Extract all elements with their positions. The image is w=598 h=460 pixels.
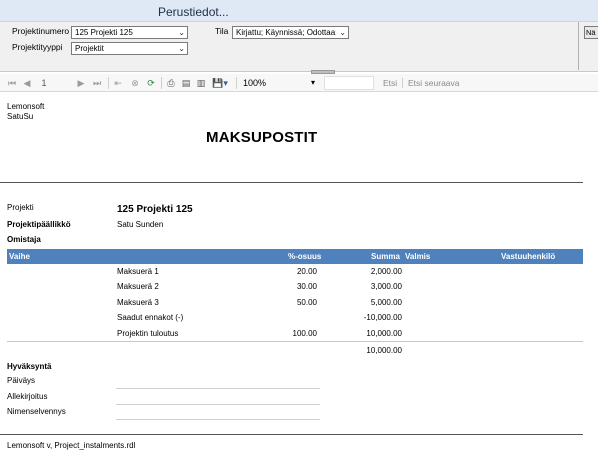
- footer-divider: [0, 434, 583, 435]
- chevron-down-icon: ⌄: [178, 44, 185, 53]
- total-sum: 10,000.00: [366, 346, 402, 355]
- row-name: Saadut ennakot (-): [117, 313, 184, 322]
- column-header-responsible: Vastuuhenkilö: [501, 252, 556, 261]
- project-label: Projekti: [7, 203, 34, 212]
- column-header-phase: Vaihe: [9, 252, 30, 261]
- row-percent: 20.00: [296, 267, 317, 276]
- approval-title: Hyväksyntä: [7, 362, 52, 371]
- row-name: Maksuerä 2: [117, 282, 159, 291]
- project-number-label: Projektinumero: [12, 26, 70, 36]
- project-value: 125 Projekti 125: [117, 204, 193, 215]
- panel-divider: [578, 22, 579, 70]
- row-name: Maksuerä 3: [117, 298, 159, 307]
- report-footer: Lemonsoft v, Project_instalments.rdl: [7, 441, 136, 450]
- name-clarification-line: [116, 419, 320, 420]
- project-number-select[interactable]: 125 Projekti 125 ⌄: [71, 26, 188, 39]
- window-title: Perustiedot...: [158, 5, 229, 19]
- column-header-ready: Valmis: [405, 252, 431, 261]
- status-select[interactable]: Kirjattu; Käynnissä; Odottaa; Ke ⌄: [232, 26, 349, 39]
- company-name: Lemonsoft: [7, 102, 45, 111]
- user-name: SatuSu: [7, 112, 34, 121]
- row-sum: 5,000.00: [370, 298, 402, 307]
- row-sum: 3,000.00: [370, 282, 402, 291]
- status-value: Kirjattu; Käynnissä; Odottaa; Ke: [236, 28, 336, 37]
- header-divider: [0, 182, 583, 183]
- manager-label: Projektipäällikkö: [7, 220, 71, 229]
- report-toolbar: ⏮ ◀ 1 ▶ ⏭ ⇤ ⊗ ⟳ ⎙ ▤ ▥ 💾▾ 100% ▾ Etsi Ets…: [0, 74, 598, 92]
- project-type-value: Projektit: [75, 44, 104, 53]
- previous-page-icon[interactable]: ◀: [22, 77, 32, 89]
- toolbar-separator: [108, 77, 109, 89]
- toolbar-separator: [161, 77, 162, 89]
- signature-line: [116, 404, 320, 405]
- row-sum: 2,000.00: [370, 267, 402, 276]
- print-layout-icon[interactable]: ▤: [180, 77, 192, 89]
- first-page-icon[interactable]: ⏮: [7, 77, 17, 89]
- find-input[interactable]: [324, 76, 374, 90]
- last-page-icon[interactable]: ⏭: [92, 77, 102, 89]
- export-icon[interactable]: 💾▾: [211, 77, 229, 89]
- stop-icon[interactable]: ⊗: [130, 77, 140, 89]
- project-type-select[interactable]: Projektit ⌄: [71, 42, 188, 55]
- column-header-sum: Summa: [371, 252, 400, 261]
- page-setup-icon[interactable]: ▥: [195, 77, 207, 89]
- chevron-down-icon: ⌄: [339, 28, 346, 37]
- owner-label: Omistaja: [7, 235, 41, 244]
- signature-label: Allekirjoitus: [7, 392, 48, 401]
- row-sum: 10,000.00: [366, 329, 402, 338]
- window-titlebar: Perustiedot...: [0, 0, 598, 22]
- project-type-label: Projektityyppi: [12, 42, 63, 52]
- refresh-icon[interactable]: ⟳: [145, 77, 157, 89]
- print-icon[interactable]: ⎙: [165, 77, 177, 89]
- row-name: Maksuerä 1: [117, 267, 159, 276]
- zoom-select[interactable]: 100% ▾: [241, 76, 319, 90]
- table-bottom-line: [7, 341, 583, 342]
- row-percent: 100.00: [292, 329, 317, 338]
- table-header: Vaihe %-osuus Summa Valmis Vastuuhenkilö: [7, 249, 583, 264]
- date-line: [116, 388, 320, 389]
- next-page-icon[interactable]: ▶: [76, 77, 86, 89]
- toolbar-separator: [236, 77, 237, 89]
- toolbar-separator: [402, 78, 403, 88]
- page-number-input[interactable]: 1: [38, 77, 50, 89]
- manager-value: Satu Sunden: [117, 220, 164, 229]
- project-number-value: 125 Projekti 125: [75, 28, 133, 37]
- row-percent: 50.00: [296, 298, 317, 307]
- zoom-value: 100%: [243, 78, 267, 88]
- chevron-down-icon: ▾: [310, 78, 315, 87]
- report-page: Lemonsoft SatuSu MAKSUPOSTIT Projekti 12…: [0, 92, 598, 460]
- row-name: Projektin tuloutus: [117, 329, 179, 338]
- view-report-button[interactable]: Nä: [584, 26, 598, 39]
- status-label: Tila: [215, 26, 229, 36]
- chevron-down-icon: ⌄: [178, 28, 185, 37]
- column-header-percent: %-osuus: [288, 252, 322, 261]
- date-label: Päiväys: [7, 376, 36, 385]
- find-next-link[interactable]: Etsi seuraava: [408, 78, 460, 88]
- parameter-panel: Projektinumero 125 Projekti 125 ⌄ Projek…: [0, 22, 598, 72]
- row-percent: 30.00: [296, 282, 317, 291]
- find-link[interactable]: Etsi: [383, 78, 397, 88]
- back-icon[interactable]: ⇤: [113, 77, 123, 89]
- row-sum: -10,000.00: [363, 313, 402, 322]
- name-clarification-label: Nimenselvennys: [7, 407, 66, 416]
- report-title: MAKSUPOSTIT: [206, 129, 318, 146]
